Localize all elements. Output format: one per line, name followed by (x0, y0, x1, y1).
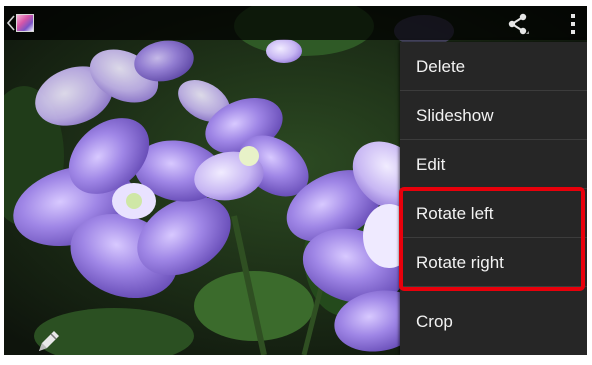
back-caret-icon[interactable] (7, 15, 15, 31)
menu-item-label: Slideshow (416, 106, 494, 125)
menu-item-crop[interactable]: Crop (400, 297, 587, 346)
overflow-menu-icon[interactable] (569, 13, 577, 35)
highlight-frame (399, 187, 585, 291)
gallery-app-icon[interactable] (16, 14, 34, 32)
menu-item-label: Crop (416, 312, 453, 331)
menu-item-label: Edit (416, 155, 446, 174)
menu-item-slideshow[interactable]: Slideshow (400, 91, 587, 140)
photo-viewer: Delete Slideshow Edit Rotate left Rotate… (4, 6, 587, 355)
share-icon[interactable] (506, 12, 530, 36)
menu-item-delete[interactable]: Delete (400, 42, 587, 91)
pencil-icon[interactable] (36, 328, 62, 354)
menu-item-edit[interactable]: Edit (400, 140, 587, 189)
action-bar (4, 6, 587, 40)
menu-item-label: Delete (416, 57, 466, 76)
